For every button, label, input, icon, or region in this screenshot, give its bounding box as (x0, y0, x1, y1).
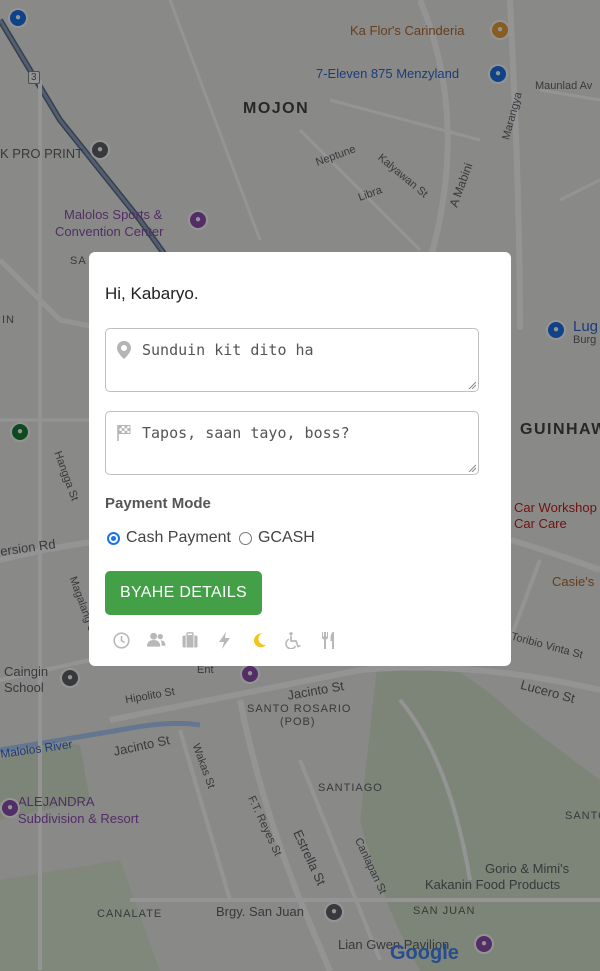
resize-grip-icon[interactable] (468, 464, 476, 472)
gcash-radio[interactable] (238, 531, 252, 545)
utensils-icon[interactable] (318, 630, 338, 650)
resize-grip-icon[interactable] (468, 381, 476, 389)
cash-payment-label[interactable]: Cash Payment (126, 529, 231, 547)
wheelchair-icon[interactable] (284, 630, 304, 650)
pickup-input[interactable] (106, 329, 478, 391)
gcash-label[interactable]: GCASH (258, 529, 315, 547)
ride-options-icons (111, 630, 353, 650)
ride-request-modal: Hi, Kabaryo. Payment Mode Cash Payment (89, 252, 511, 666)
byahe-details-button[interactable]: BYAHE DETAILS (105, 571, 262, 615)
payment-mode-options: Cash Payment GCASH (107, 529, 323, 547)
cash-payment-radio[interactable] (107, 531, 120, 545)
payment-mode-title: Payment Mode (105, 495, 211, 512)
dropoff-field-wrapper (105, 411, 479, 475)
users-icon[interactable] (146, 630, 166, 650)
luggage-icon[interactable] (180, 630, 200, 650)
greeting-text: Hi, Kabaryo. (105, 284, 199, 303)
moon-icon[interactable] (249, 630, 269, 650)
dropoff-input[interactable] (106, 412, 478, 474)
clock-icon[interactable] (111, 630, 131, 650)
pickup-field-wrapper (105, 328, 479, 392)
bolt-icon[interactable] (215, 630, 235, 650)
